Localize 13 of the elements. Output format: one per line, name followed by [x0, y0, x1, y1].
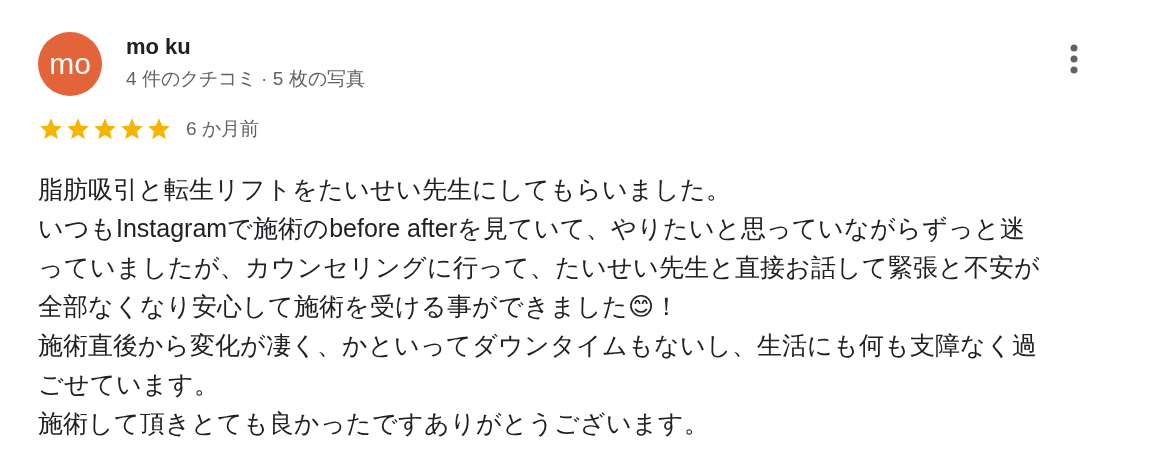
star-icon: [38, 116, 64, 142]
review-text: 脂肪吸引と転生リフトをたいせい先生にしてもらいました。: [38, 174, 732, 205]
star-icon: [65, 116, 91, 142]
reviewer-stats: 4 件のクチコミ · 5 枚の写真: [126, 67, 366, 91]
review-date: 6 か月前: [186, 117, 259, 141]
star-icon: [92, 116, 118, 142]
review-text: 施術直後から変化が凄く、かといってダウンタイムもないし、生活にも何も支障なく過ごせています。: [38, 330, 1038, 400]
star-icon: [119, 116, 145, 142]
review-text: 施術して頂きとても良かったですありがとうございます。: [38, 408, 710, 439]
review-text: いつもInstagramで施術のbefore afterを見ていて、やりたいと思っていながらずっと迷っていましたが、カウンセリングに行って、たいせい先生と直接お話して緊張と不安が全部なくなり安心して施術を受ける事ができました😊！: [38, 213, 1041, 322]
star-icon: [146, 116, 172, 142]
more-options-icon[interactable]: [1070, 44, 1078, 74]
reviewer-name[interactable]: mo ku: [126, 34, 1070, 60]
